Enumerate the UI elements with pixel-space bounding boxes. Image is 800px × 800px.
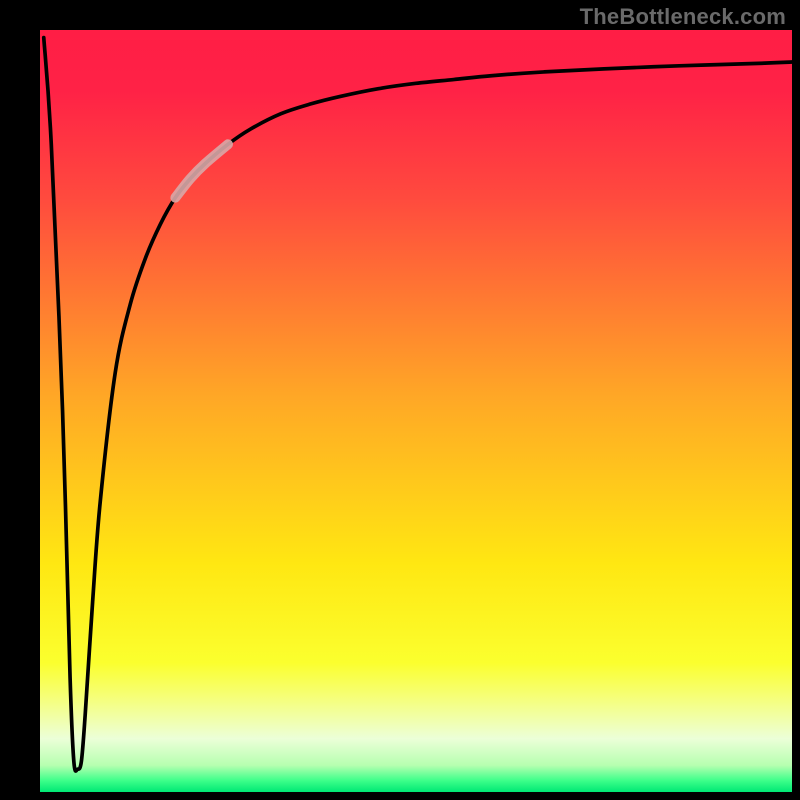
chart-frame: TheBottleneck.com <box>0 0 800 800</box>
plot-background <box>40 30 792 792</box>
chart-svg <box>0 0 800 800</box>
